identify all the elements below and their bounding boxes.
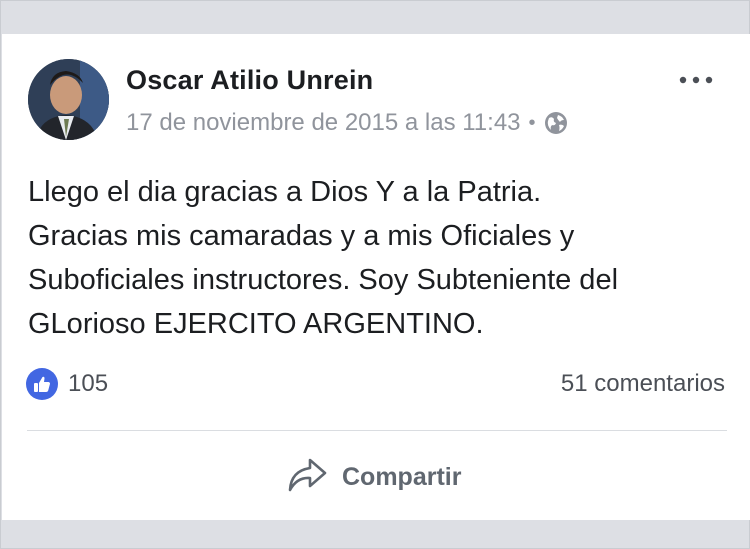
meta-separator: • [528, 111, 536, 134]
post-meta: 17 de noviembre de 2015 a las 11:43 • [126, 109, 568, 137]
divider [27, 430, 727, 431]
avatar-photo [28, 59, 109, 140]
author-name[interactable]: Oscar Atilio Unrein [126, 65, 373, 96]
reactions-summary[interactable]: 105 [26, 368, 108, 400]
post-text-line: Suboficiales instructores. Soy Subtenien… [28, 264, 619, 296]
thumbs-up-icon [26, 368, 58, 400]
share-label: Compartir [342, 463, 462, 491]
post-text: Llego el dia gracias a Dios Y a la Patri… [28, 170, 728, 346]
post-card: Oscar Atilio Unrein 17 de noviembre de 2… [2, 34, 750, 520]
post-text-line: GLorioso EJERCITO ARGENTINO. [28, 308, 484, 340]
comments-count[interactable]: 51 comentarios [561, 370, 725, 398]
post-timestamp[interactable]: 17 de noviembre de 2015 a las 11:43 [126, 109, 521, 137]
post-text-line: Llego el dia gracias a Dios Y a la Patri… [28, 176, 542, 208]
avatar[interactable] [28, 59, 109, 140]
globe-icon [544, 111, 568, 135]
ellipsis-icon[interactable] [678, 72, 714, 84]
share-button[interactable]: Compartir [286, 456, 461, 499]
post-text-line: Gracias mis camaradas y a mis Oficiales … [28, 220, 575, 252]
screenshot-frame: Oscar Atilio Unrein 17 de noviembre de 2… [0, 0, 750, 549]
share-arrow-icon [286, 456, 328, 499]
like-count: 105 [68, 370, 109, 397]
